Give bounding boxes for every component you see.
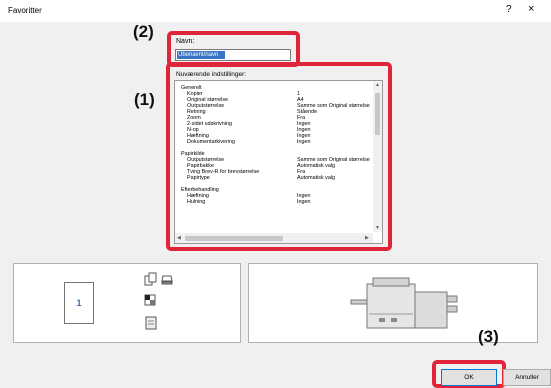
current-settings-label: Nuværende indstillinger: <box>176 71 247 78</box>
name-label: Navn: <box>176 38 195 45</box>
title-bar: Favoritter ? × <box>0 0 551 22</box>
cancel-button[interactable]: Annuller <box>503 369 551 386</box>
scroll-right-icon[interactable]: ▶ <box>365 235 369 241</box>
name-input-value: Ubenavnt/navn <box>177 51 225 59</box>
scroll-up-icon[interactable]: ▲ <box>375 82 380 88</box>
help-button[interactable]: ? <box>506 4 512 15</box>
page-preview-icon: 1 <box>64 282 94 324</box>
horizontal-scroll-thumb[interactable] <box>185 236 283 241</box>
callout-2: (2) <box>133 22 154 41</box>
document-icon <box>145 316 157 330</box>
ok-button[interactable]: OK <box>441 369 497 386</box>
current-settings-list[interactable]: Generelt Kopier 1 Original størrelse A4 Ou… <box>174 80 383 244</box>
callout-3: (3) <box>478 327 499 346</box>
scroll-down-icon[interactable]: ▼ <box>375 225 380 231</box>
close-button[interactable]: × <box>528 3 534 15</box>
dialog-title: Favoritter <box>8 6 42 15</box>
copies-icon <box>144 272 157 286</box>
color-mode-icon <box>144 294 156 306</box>
list-item: Papirtype Automatisk valg <box>187 175 336 181</box>
printer-illustration <box>350 277 458 329</box>
list-item: Dokumentarkivering Ingen <box>187 139 311 145</box>
horizontal-scrollbar[interactable]: ◀ ▶ <box>175 233 373 243</box>
list-item: Hulning Ingen <box>187 199 311 205</box>
page-number: 1 <box>76 298 82 308</box>
vertical-scroll-thumb[interactable] <box>375 93 380 135</box>
page-preview-panel: 1 <box>13 263 241 343</box>
name-input[interactable]: Ubenavnt/navn <box>175 49 291 61</box>
paper-stack-icon <box>161 275 173 285</box>
callout-1: (1) <box>134 90 155 109</box>
scroll-left-icon[interactable]: ◀ <box>177 235 181 241</box>
vertical-scrollbar[interactable]: ▲ ▼ <box>373 81 382 232</box>
favorites-dialog: Favoritter ? × (2) Navn: Ubenavnt/navn (… <box>0 0 551 388</box>
